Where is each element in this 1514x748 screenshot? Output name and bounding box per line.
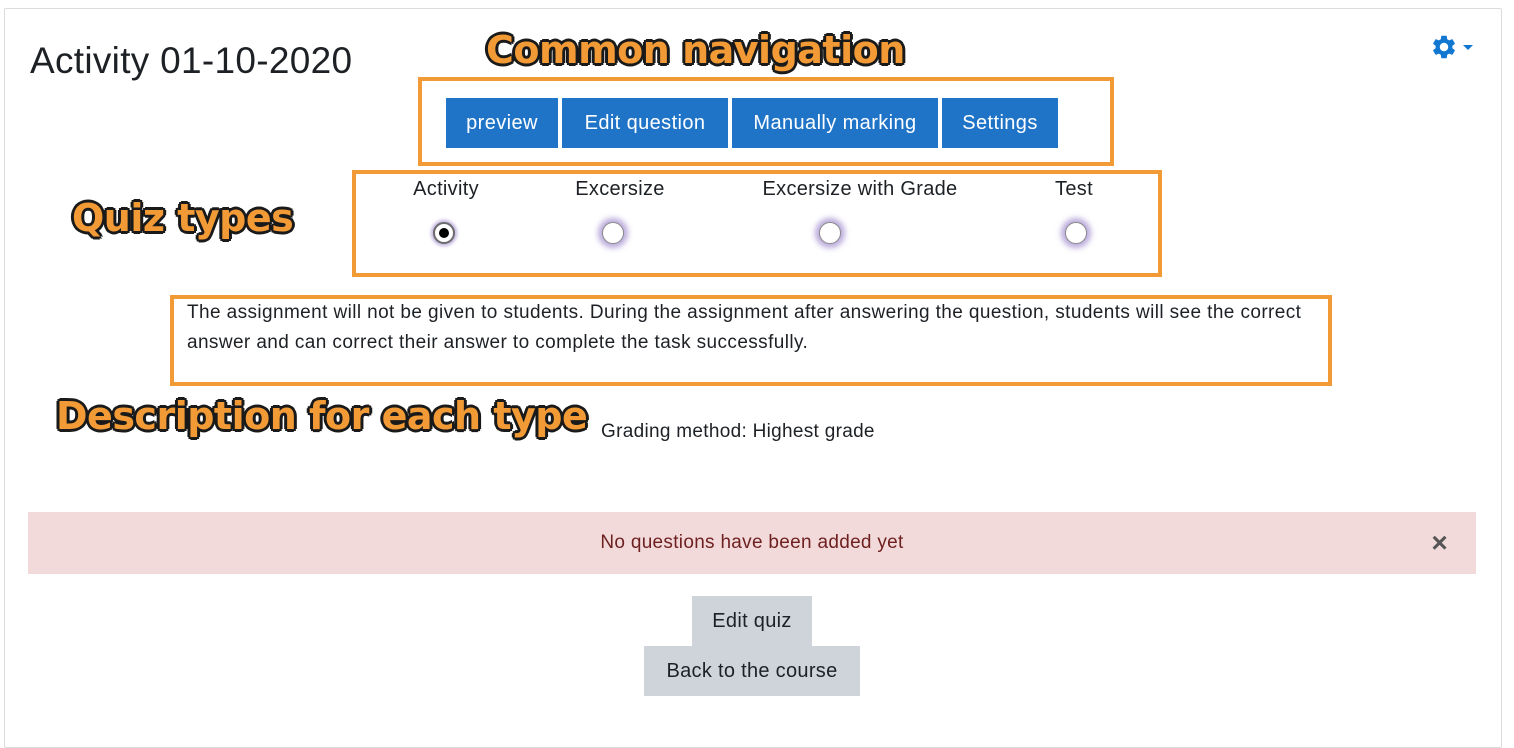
preview-button[interactable]: preview xyxy=(446,98,558,148)
quiz-type-label-excersize-with-grade: Excersize with Grade xyxy=(762,178,958,200)
page-title: Activity 01-10-2020 xyxy=(30,40,353,81)
settings-button[interactable]: Settings xyxy=(942,98,1058,148)
quiz-type-radio-excersize-with-grade[interactable] xyxy=(819,222,841,244)
no-questions-alert: No questions have been added yet × xyxy=(28,512,1476,574)
quiz-type-label-test: Test xyxy=(1055,178,1093,200)
quiz-type-radio-test[interactable] xyxy=(1065,222,1087,244)
common-navigation: preview Edit question Manually marking S… xyxy=(446,98,1058,148)
quiz-type-description: The assignment will not be given to stud… xyxy=(187,302,1302,353)
gear-icon xyxy=(1430,33,1458,61)
quiz-type-radio-activity[interactable] xyxy=(433,222,455,244)
grading-method: Grading method: Highest grade xyxy=(601,421,875,442)
annotation-description-for-each-type: Description for each type xyxy=(56,394,588,438)
alert-message: No questions have been added yet xyxy=(600,532,904,553)
edit-quiz-button[interactable]: Edit quiz xyxy=(692,596,812,646)
annotation-quiz-types: Quiz types xyxy=(72,196,294,240)
quiz-type-label-excersize: Excersize xyxy=(575,178,665,200)
annotation-common-navigation: Common navigation xyxy=(486,28,905,72)
quiz-type-radio-excersize[interactable] xyxy=(602,222,624,244)
quiz-type-label-activity: Activity xyxy=(413,178,479,200)
edit-question-button[interactable]: Edit question xyxy=(562,98,728,148)
manually-marking-button[interactable]: Manually marking xyxy=(732,98,938,148)
close-icon[interactable]: × xyxy=(1431,529,1448,557)
back-to-course-button[interactable]: Back to the course xyxy=(644,646,860,696)
caret-down-icon xyxy=(1463,44,1473,50)
settings-menu-toggle[interactable] xyxy=(1430,32,1484,62)
